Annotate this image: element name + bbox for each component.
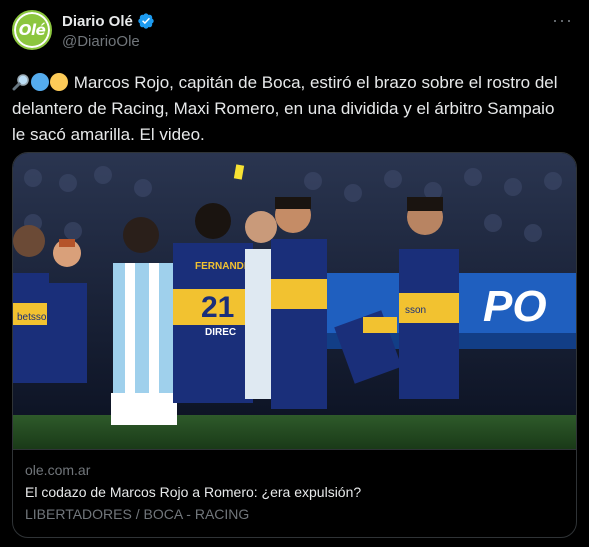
sponsor-left: betsson xyxy=(17,312,52,323)
avatar[interactable]: Olé xyxy=(12,10,52,50)
blue-circle-emoji-icon xyxy=(31,73,49,91)
author-names: Diario Olé @DiarioOle xyxy=(62,12,155,50)
sponsor-right: sson xyxy=(405,305,426,316)
banner-text: PO xyxy=(483,282,547,331)
tweet-text-container: Marcos Rojo, capitán de Boca, estiró el … xyxy=(12,70,572,148)
magnifier-emoji-icon xyxy=(12,73,30,91)
display-name[interactable]: Diario Olé xyxy=(62,13,133,30)
tweet-header: Olé Diario Olé @DiarioOle ··· xyxy=(12,10,577,70)
link-card[interactable]: PO betsson FERNANDEZ 21 DIREC sson ole.c… xyxy=(12,152,577,538)
card-description: LIBERTADORES / BOCA - RACING xyxy=(25,506,250,522)
card-domain: ole.com.ar xyxy=(25,462,91,478)
more-options-icon[interactable]: ··· xyxy=(552,10,573,31)
card-image: PO betsson FERNANDEZ 21 DIREC sson xyxy=(13,153,576,449)
tweet-text: Marcos Rojo, capitán de Boca, estiró el … xyxy=(12,73,558,144)
card-title[interactable]: El codazo de Marcos Rojo a Romero: ¿era … xyxy=(25,484,564,500)
yellow-circle-emoji-icon xyxy=(50,73,68,91)
name-row: Diario Olé xyxy=(62,12,155,30)
handle[interactable]: @DiarioOle xyxy=(62,33,155,50)
verified-badge-icon xyxy=(138,13,154,29)
jersey-number: 21 xyxy=(201,291,234,324)
card-footer: ole.com.ar El codazo de Marcos Rojo a Ro… xyxy=(13,449,576,534)
match-photo: PO betsson FERNANDEZ 21 DIREC sson xyxy=(13,153,576,449)
avatar-text: Olé xyxy=(18,21,46,39)
sleeve-text: DIREC xyxy=(205,327,236,338)
